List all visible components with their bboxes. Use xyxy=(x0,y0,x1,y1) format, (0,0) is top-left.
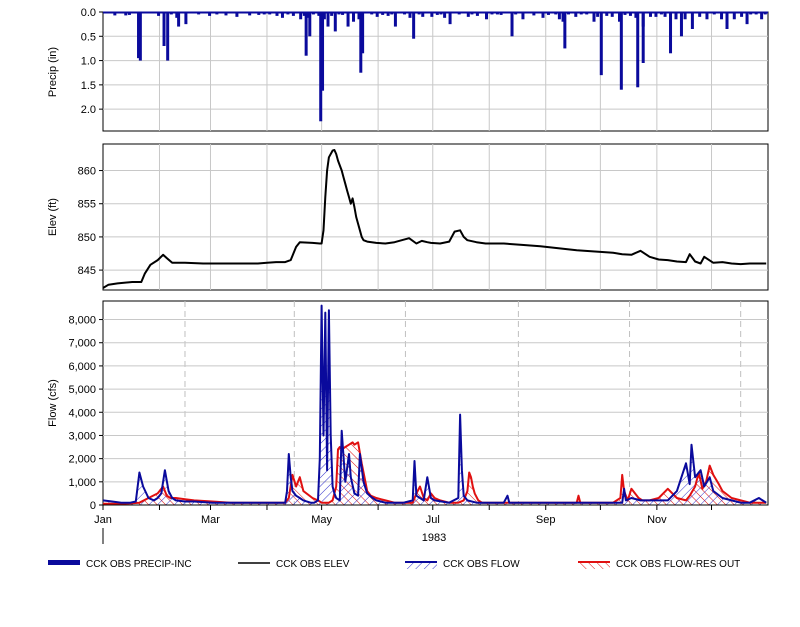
legend-label: CCK OBS ELEV xyxy=(276,559,350,570)
precip-bar xyxy=(599,12,603,76)
precip-bar xyxy=(619,12,623,90)
precip-bar xyxy=(304,12,308,56)
x-tick-label: Mar xyxy=(201,514,220,526)
precip-bar xyxy=(346,12,350,27)
flow-y-ticks: 0 1,000 2,000 3,000 4,000 5,000 6,000 7,000 8,00… xyxy=(68,315,103,512)
precip-bar xyxy=(162,12,166,46)
precip-bar xyxy=(641,12,645,63)
x-tick-label: May xyxy=(311,514,332,526)
elev-y-tick-label: 860 xyxy=(78,166,96,178)
flow-panel: 0 1,000 2,000 3,000 4,000 5,000 6,000 7,000 8,00… xyxy=(47,300,769,512)
flow-y-tick-label: 3,000 xyxy=(68,430,96,442)
precip-bar xyxy=(359,12,363,73)
elev-panel: 845 850 855 860 Elev (ft) xyxy=(47,143,769,291)
precip-y-tick-label: 1.0 xyxy=(81,56,96,68)
flow-y-tick-label: 0 xyxy=(90,500,96,512)
flow-y-tick-label: 4,000 xyxy=(68,407,96,419)
elev-y-tick-label: 850 xyxy=(78,232,96,244)
flow-y-tick-label: 7,000 xyxy=(68,338,96,350)
precip-bar xyxy=(510,12,514,37)
precip-bar xyxy=(669,12,673,54)
x-tick-label: Sep xyxy=(536,514,556,526)
legend-swatch-precip xyxy=(48,560,80,565)
flow-y-tick-label: 5,000 xyxy=(68,384,96,396)
legend-swatch-hatch xyxy=(405,562,437,569)
precip-bar xyxy=(166,12,170,61)
x-axis: 1983 Jan Mar May Jul Sep Nov xyxy=(94,504,768,544)
legend: CCK OBS PRECIP-INC CCK OBS ELEV CCK OBS FL… xyxy=(48,559,740,570)
precip-y-tick-label: 0.5 xyxy=(81,31,96,43)
flow-y-tick-label: 8,000 xyxy=(68,315,96,327)
legend-swatch-hatch xyxy=(578,562,610,569)
x-axis-year-label: 1983 xyxy=(422,532,446,544)
precip-bar xyxy=(412,12,416,39)
x-tick-label: Nov xyxy=(647,514,667,526)
precip-bar xyxy=(636,12,640,88)
precip-bar xyxy=(690,12,694,29)
precip-bar xyxy=(308,12,312,37)
precip-bar xyxy=(326,12,330,27)
flow-plot-frame xyxy=(102,300,769,506)
elev-y-ticks: 845 850 855 860 xyxy=(78,166,103,277)
precip-bar xyxy=(138,12,142,61)
precip-plot-frame xyxy=(102,11,769,132)
precip-y-tick-label: 2.0 xyxy=(81,104,96,116)
elev-y-tick-label: 855 xyxy=(78,199,96,211)
legend-label: CCK OBS FLOW-RES OUT xyxy=(616,559,740,570)
precip-bar xyxy=(563,12,567,49)
precip-bar xyxy=(333,12,337,32)
precip-bar xyxy=(679,12,683,37)
precip-bar xyxy=(184,12,188,25)
precip-bar xyxy=(448,12,452,25)
precip-y-tick-label: 1.5 xyxy=(81,80,96,92)
flow-y-tick-label: 1,000 xyxy=(68,477,96,489)
precip-bar xyxy=(745,12,749,25)
precip-y-axis-label: Precip (in) xyxy=(47,47,59,97)
x-tick-label: Jul xyxy=(426,514,440,526)
legend-label: CCK OBS PRECIP-INC xyxy=(86,559,192,570)
precip-bar xyxy=(393,12,397,27)
precip-bar xyxy=(725,12,729,29)
legend-label: CCK OBS FLOW xyxy=(443,559,520,570)
flow-y-tick-label: 2,000 xyxy=(68,454,96,466)
flow-y-tick-label: 6,000 xyxy=(68,361,96,373)
precip-y-ticks: 0.0 0.5 1.0 1.5 2.0 xyxy=(81,7,103,116)
hydrograph-chart: 0.0 0.5 1.0 1.5 2.0 Precip (in) 845 850 855 860… xyxy=(47,7,769,570)
precip-y-tick-label: 0.0 xyxy=(81,7,96,19)
precip-bar xyxy=(321,12,325,91)
elev-y-axis-label: Elev (ft) xyxy=(47,198,59,236)
precip-bar xyxy=(177,12,181,27)
x-tick-label: Jan xyxy=(94,514,112,526)
flow-y-axis-label: Flow (cfs) xyxy=(47,379,59,427)
elev-plot-frame xyxy=(102,143,769,291)
elev-y-tick-label: 845 xyxy=(78,265,96,277)
precip-panel: 0.0 0.5 1.0 1.5 2.0 Precip (in) xyxy=(47,7,769,132)
